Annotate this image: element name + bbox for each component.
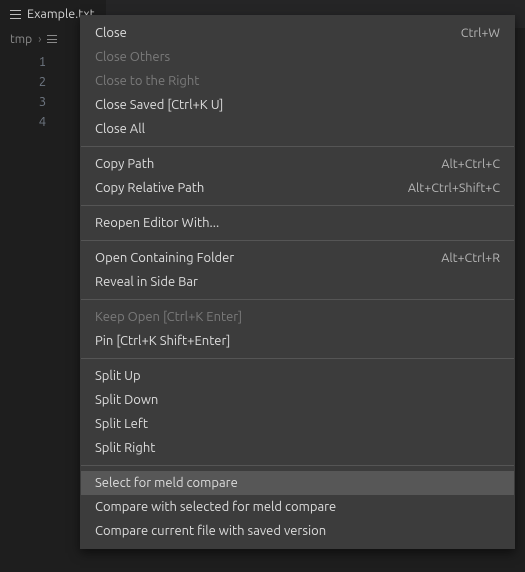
menu-label: Close Others — [95, 50, 170, 64]
chevron-right-icon: › — [38, 33, 41, 46]
menu-label: Split Down — [95, 393, 158, 407]
menu-separator — [81, 358, 514, 359]
menu-separator — [81, 146, 514, 147]
menu-item-pin[interactable]: Pin [Ctrl+K Shift+Enter] — [81, 329, 514, 353]
menu-label: Compare current file with saved version — [95, 524, 326, 538]
menu-item-compare-with-selected-meld[interactable]: Compare with selected for meld compare — [81, 495, 514, 519]
menu-separator — [81, 205, 514, 206]
menu-item-copy-path[interactable]: Copy Path Alt+Ctrl+C — [81, 152, 514, 176]
line-number: 3 — [0, 92, 46, 112]
tab-context-menu: Close Ctrl+W Close Others Close to the R… — [80, 15, 515, 549]
menu-item-close-to-right[interactable]: Close to the Right — [81, 69, 514, 93]
menu-item-split-left[interactable]: Split Left — [81, 412, 514, 436]
line-number: 2 — [0, 72, 46, 92]
menu-label: Compare with selected for meld compare — [95, 500, 336, 514]
menu-item-copy-relative-path[interactable]: Copy Relative Path Alt+Ctrl+Shift+C — [81, 176, 514, 200]
menu-label: Select for meld compare — [95, 476, 238, 490]
menu-label: Copy Path — [95, 157, 154, 171]
menu-label: Pin [Ctrl+K Shift+Enter] — [95, 334, 230, 348]
menu-label: Keep Open [Ctrl+K Enter] — [95, 310, 242, 324]
menu-accel: Alt+Ctrl+R — [441, 251, 500, 265]
menu-item-open-containing-folder[interactable]: Open Containing Folder Alt+Ctrl+R — [81, 246, 514, 270]
menu-item-split-up[interactable]: Split Up — [81, 364, 514, 388]
menu-label: Close to the Right — [95, 74, 199, 88]
line-number: 4 — [0, 112, 46, 132]
text-file-icon — [10, 10, 21, 19]
menu-accel: Alt+Ctrl+Shift+C — [408, 181, 500, 195]
menu-item-select-for-meld-compare[interactable]: Select for meld compare — [81, 471, 514, 495]
menu-accel: Alt+Ctrl+C — [441, 157, 500, 171]
menu-label: Reopen Editor With... — [95, 216, 219, 230]
menu-separator — [81, 240, 514, 241]
menu-label: Reveal in Side Bar — [95, 275, 198, 289]
menu-label: Close — [95, 26, 127, 40]
menu-item-split-right[interactable]: Split Right — [81, 436, 514, 460]
text-file-icon — [47, 35, 57, 43]
menu-item-close-all[interactable]: Close All — [81, 117, 514, 141]
menu-item-keep-open[interactable]: Keep Open [Ctrl+K Enter] — [81, 305, 514, 329]
menu-label: Split Right — [95, 441, 155, 455]
menu-label: Close All — [95, 122, 145, 136]
menu-label: Copy Relative Path — [95, 181, 204, 195]
menu-accel: Ctrl+W — [461, 26, 500, 40]
line-number-gutter: 1 2 3 4 — [0, 50, 60, 572]
menu-label: Split Up — [95, 369, 141, 383]
menu-item-close-others[interactable]: Close Others — [81, 45, 514, 69]
line-number: 1 — [0, 52, 46, 72]
menu-separator — [81, 465, 514, 466]
menu-label: Split Left — [95, 417, 148, 431]
menu-label: Close Saved [Ctrl+K U] — [95, 98, 223, 112]
menu-item-reopen-editor-with[interactable]: Reopen Editor With... — [81, 211, 514, 235]
breadcrumb-seg-tmp[interactable]: tmp — [10, 33, 32, 46]
menu-item-compare-with-saved-version[interactable]: Compare current file with saved version — [81, 519, 514, 543]
menu-item-close[interactable]: Close Ctrl+W — [81, 21, 514, 45]
menu-item-split-down[interactable]: Split Down — [81, 388, 514, 412]
menu-separator — [81, 299, 514, 300]
menu-item-reveal-in-side-bar[interactable]: Reveal in Side Bar — [81, 270, 514, 294]
menu-item-close-saved[interactable]: Close Saved [Ctrl+K U] — [81, 93, 514, 117]
menu-label: Open Containing Folder — [95, 251, 234, 265]
